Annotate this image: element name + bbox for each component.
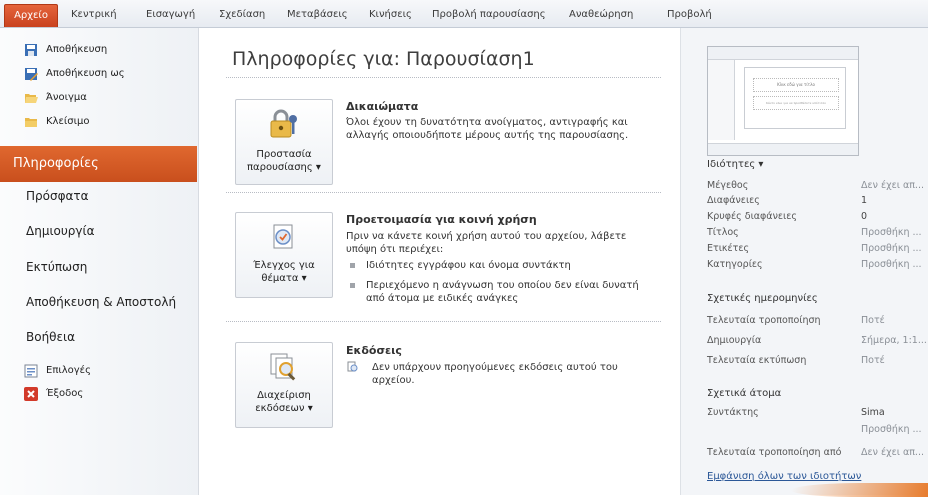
- prop-size-label: Μέγεθος: [707, 180, 749, 191]
- prop-hidden-slides-value: 0: [861, 211, 868, 222]
- bullet-accessibility-2: από άτομα με ειδικές ανάγκες: [366, 293, 519, 304]
- nav-info-label: Πληροφορίες: [13, 156, 99, 171]
- date-printed-label: Τελευταία εκτύπωση: [707, 355, 807, 366]
- inspect-document-icon: [273, 224, 293, 249]
- divider: [226, 321, 661, 322]
- protect-presentation-button[interactable]: Προστασία παρουσίασης ▾: [235, 99, 333, 185]
- lock-key-icon: [270, 109, 297, 138]
- protect-label-2: παρουσίασης ▾: [247, 162, 321, 173]
- related-people-heading: Σχετικά άτομα: [707, 388, 782, 399]
- date-created-label: Δημιουργία: [707, 335, 762, 346]
- options-icon: [24, 364, 38, 378]
- save-as-icon: [25, 68, 38, 81]
- permissions-heading: Δικαιώματα: [346, 100, 419, 113]
- prop-title-label: Τίτλος: [707, 227, 739, 238]
- versions-icon: [347, 361, 358, 372]
- properties-panel: Κλικ εδώ για τίτλο Κάντε κλικ για να προ…: [680, 28, 928, 497]
- prepare-sharing-text-1: Πριν να κάνετε κοινή χρήση αυτού του αρχ…: [346, 231, 627, 242]
- tab-view[interactable]: Προβολή: [667, 6, 712, 24]
- save-label: Αποθήκευση: [46, 44, 108, 55]
- prop-categories-label: Κατηγορίες: [707, 259, 763, 270]
- ribbon-tab-bar: Αρχείο Κεντρική Εισαγωγή Σχεδίαση Μεταβά…: [0, 0, 928, 28]
- prop-hidden-slides-label: Κρυφές διαφάνειες: [707, 211, 797, 222]
- check-for-issues-button[interactable]: Έλεγχος για θέματα ▾: [235, 212, 333, 298]
- bullet: [350, 283, 355, 288]
- prop-title-value[interactable]: Προσθήκη ...: [861, 227, 928, 238]
- related-dates-heading: Σχετικές ημερομηνίες: [707, 293, 818, 304]
- nav-help[interactable]: Βοήθεια: [26, 326, 75, 348]
- thumbnail-status-bar: [708, 143, 858, 155]
- bullet-accessibility-1: Περιεχόμενο η ανάγνωση του οποίου δεν εί…: [366, 280, 639, 291]
- check-issues-label-1: Έλεγχος για: [253, 260, 315, 271]
- prepare-sharing-text-2: υπόψη ότι περιέχει:: [346, 244, 444, 255]
- nav-info-selected[interactable]: Πληροφορίες: [0, 146, 197, 182]
- save-as-label: Αποθήκευση ως: [46, 68, 125, 79]
- tab-design[interactable]: Σχεδίαση: [219, 6, 265, 24]
- nav-new[interactable]: Δημιουργία: [26, 220, 94, 242]
- tab-review[interactable]: Αναθεώρηση: [569, 6, 633, 24]
- versions-text-1: Δεν υπάρχουν προηγούμενες εκδόσεις αυτού…: [372, 362, 618, 373]
- slide-thumbnail[interactable]: Κλικ εδώ για τίτλο Κάντε κλικ για να προ…: [707, 46, 859, 156]
- backstage-menu: Αποθήκευση Αποθήκευση ως Άνοιγμα Κλείσιμ…: [0, 28, 199, 495]
- divider: [226, 192, 661, 193]
- exit-icon: [24, 387, 38, 401]
- date-modified-label: Τελευταία τροποποίηση: [707, 315, 821, 326]
- thumbnail-subtitle-placeholder: Κάντε κλικ για να προσθέσετε υπότιτλο: [753, 96, 839, 110]
- open-folder-icon: [25, 94, 38, 103]
- tab-file[interactable]: Αρχείο: [4, 4, 58, 27]
- thumbnail-slide: Κλικ εδώ για τίτλο Κάντε κλικ για να προ…: [744, 67, 846, 129]
- nav-print[interactable]: Εκτύπωση: [26, 256, 87, 278]
- check-issues-label-2: θέματα ▾: [261, 273, 307, 284]
- manage-versions-icon: [270, 353, 296, 381]
- manage-versions-label-1: Διαχείριση: [257, 390, 311, 401]
- tab-transitions[interactable]: Μεταβάσεις: [287, 6, 348, 24]
- properties-dropdown[interactable]: Ιδιότητες ▾: [707, 159, 763, 170]
- tab-home[interactable]: Κεντρική: [71, 6, 117, 24]
- manage-versions-label-2: εκδόσεων ▾: [255, 403, 313, 414]
- thumbnail-slide-pane: [708, 60, 735, 140]
- page-title: Πληροφορίες για: Παρουσίαση1: [232, 48, 535, 70]
- prop-tags-value[interactable]: Προσθήκη ...: [861, 243, 928, 254]
- manage-versions-button[interactable]: Διαχείριση εκδόσεων ▾: [235, 342, 333, 428]
- date-modified-value: Ποτέ: [861, 315, 885, 326]
- prop-categories-value[interactable]: Προσθήκη ...: [861, 259, 928, 270]
- permissions-text-1: Όλοι έχουν τη δυνατότητα ανοίγματος, αντ…: [346, 117, 628, 128]
- nav-save-send[interactable]: Αποθήκευση & Αποστολή: [26, 291, 176, 313]
- date-printed-value: Ποτέ: [861, 355, 885, 366]
- save-icon: [25, 44, 37, 56]
- tab-insert[interactable]: Εισαγωγή: [146, 6, 195, 24]
- prop-size-value: Δεν έχει απ...: [861, 180, 924, 191]
- author-label: Συντάκτης: [707, 407, 759, 418]
- last-modified-by-label: Τελευταία τροποποίηση από: [707, 447, 842, 458]
- prop-slides-label: Διαφάνειες: [707, 195, 760, 206]
- tab-slide-show[interactable]: Προβολή παρουσίασης: [432, 6, 546, 24]
- bullet-document-properties: Ιδιότητες εγγράφου και όνομα συντάκτη: [366, 260, 571, 271]
- thumbnail-toolbar: [708, 47, 858, 60]
- prop-tags-label: Ετικέτες: [707, 243, 750, 254]
- close-folder-icon: [25, 118, 37, 127]
- permissions-text-2: αλλαγής οποιουδήποτε μέρους αυτής της πα…: [346, 130, 629, 141]
- nav-recent[interactable]: Πρόσφατα: [26, 185, 89, 207]
- date-created-value: Σήμερα, 1:1...: [861, 335, 927, 346]
- tab-animations[interactable]: Κινήσεις: [369, 6, 412, 24]
- bullet: [350, 263, 355, 268]
- last-modified-by-value: Δεν έχει απ...: [861, 447, 924, 458]
- protect-label-1: Προστασία: [256, 149, 312, 160]
- close-label: Κλείσιμο: [46, 116, 90, 127]
- prepare-sharing-heading: Προετοιμασία για κοινή χρήση: [346, 213, 537, 226]
- exit-label: Έξοδος: [46, 388, 84, 399]
- open-label: Άνοιγμα: [46, 92, 87, 103]
- thumbnail-title-placeholder: Κλικ εδώ για τίτλο: [753, 78, 839, 92]
- show-all-properties-link[interactable]: Εμφάνιση όλων των ιδιοτήτων: [707, 471, 861, 482]
- versions-heading: Εκδόσεις: [346, 344, 402, 357]
- author-name[interactable]: Sima: [861, 407, 928, 418]
- divider: [226, 77, 661, 78]
- add-author[interactable]: Προσθήκη ...: [861, 424, 928, 435]
- prop-slides-value: 1: [861, 195, 868, 206]
- versions-text-2: αρχείου.: [372, 375, 415, 386]
- options-label: Επιλογές: [46, 365, 91, 376]
